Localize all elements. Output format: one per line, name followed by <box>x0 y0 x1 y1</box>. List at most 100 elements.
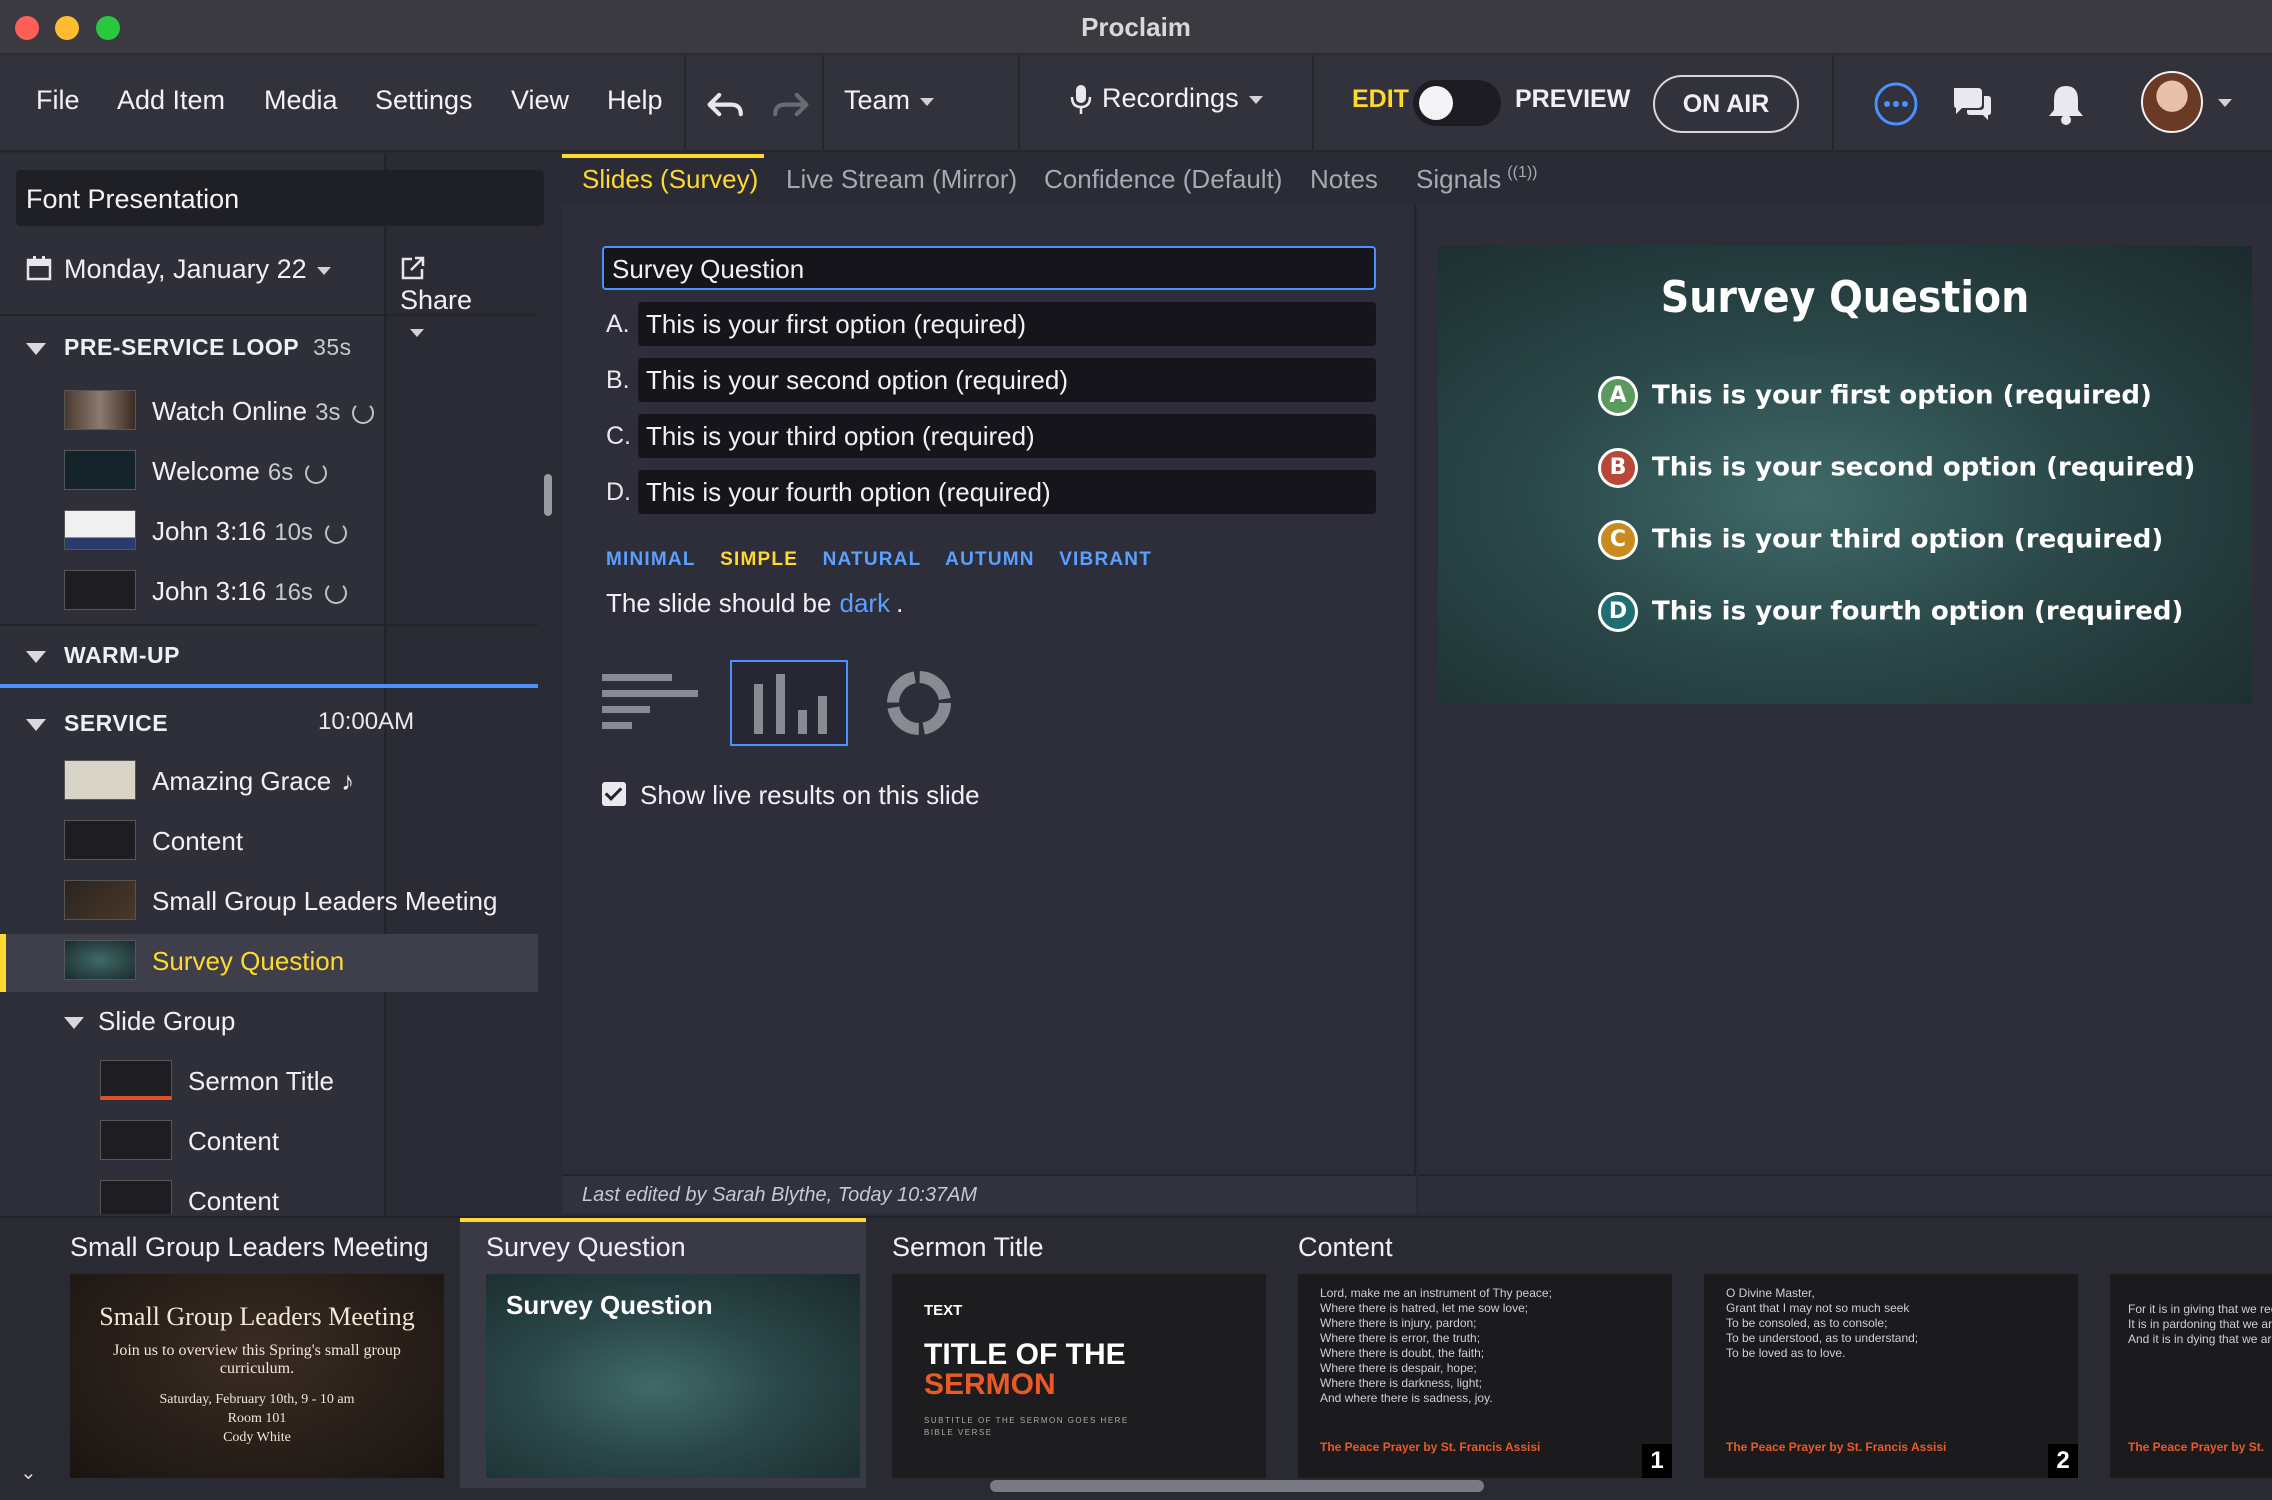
list-item[interactable]: Watch Online 3s <box>0 384 538 442</box>
option-d-input[interactable]: This is your fourth option (required) <box>638 470 1376 514</box>
theme-vibrant[interactable]: VIBRANT <box>1059 549 1152 570</box>
option-a-input[interactable]: This is your first option (required) <box>638 302 1376 346</box>
filmstrip-item[interactable]: Small Group Leaders Meeting Small Group … <box>44 1218 450 1488</box>
theme-minimal[interactable]: MINIMAL <box>606 549 696 570</box>
menu-media[interactable]: Media <box>264 85 338 116</box>
list-item[interactable]: John 3:16 16s <box>0 564 538 622</box>
list-item-selected[interactable]: Survey Question <box>0 934 538 992</box>
edit-preview-toggle[interactable] <box>1413 80 1501 126</box>
vertical-bar-chart-option[interactable] <box>730 660 848 746</box>
redo-icon[interactable] <box>768 83 816 131</box>
thumb-line: For it is in giving that we rec <box>2128 1302 2272 1316</box>
undo-icon[interactable] <box>700 83 748 131</box>
section-service[interactable]: SERVICE <box>26 710 168 737</box>
slide-thumbnail <box>64 510 136 550</box>
theme-autumn[interactable]: AUTUMN <box>945 549 1035 570</box>
slide-thumbnail <box>64 880 136 920</box>
thumb-title: Small Group Leaders Meeting <box>99 1302 415 1331</box>
on-air-button[interactable]: ON AIR <box>1653 75 1799 133</box>
menu-settings[interactable]: Settings <box>375 85 473 116</box>
slide-option: D This is your fourth option (required) <box>1598 592 2183 632</box>
list-item[interactable]: Welcome 6s <box>0 444 538 502</box>
theme-simple[interactable]: SIMPLE <box>720 549 798 570</box>
filmstrip-item[interactable]: For it is in giving that we rec It is in … <box>2084 1218 2272 1488</box>
tone-dark-link[interactable]: dark <box>839 588 890 618</box>
item-duration: 16s <box>274 579 313 606</box>
option-b-input[interactable]: This is your second option (required) <box>638 358 1376 402</box>
survey-question-input[interactable]: Survey Question <box>602 246 1376 290</box>
option-text: This is your third option (required) <box>1652 524 2164 555</box>
list-item[interactable]: Content <box>0 1174 538 1214</box>
menu-help[interactable]: Help <box>607 85 663 116</box>
filmstrip-item[interactable]: O Divine Master, Grant that I may not so … <box>1678 1218 2084 1488</box>
slide-thumbnail <box>100 1060 172 1100</box>
thumb-line: Where there is darkness, light; <box>1320 1376 1483 1390</box>
date-dropdown[interactable]: Monday, January 22 <box>26 254 331 285</box>
slide-tone-sentence: The slide should be dark. <box>606 588 903 619</box>
tab-slides-survey[interactable]: Slides (Survey) <box>582 164 758 195</box>
slide-thumbnail: Small Group Leaders Meeting Join us to o… <box>70 1274 444 1478</box>
slide-title: Survey Question <box>1660 272 2030 323</box>
section-warm-up[interactable]: WARM-UP <box>26 642 180 669</box>
option-letter: A. <box>606 310 630 338</box>
slide-thumbnail: For it is in giving that we rec It is in … <box>2110 1274 2272 1478</box>
share-label: Share <box>400 285 473 315</box>
tab-signals[interactable]: Signals ((1)) <box>1416 164 1538 195</box>
option-text: This is your second option (required) <box>1652 452 2196 483</box>
thumb-lines: For it is in giving that we rec It is in … <box>2128 1302 2272 1347</box>
list-item[interactable]: Amazing Grace ♪ <box>0 754 538 812</box>
sidebar-scrollbar[interactable] <box>544 474 552 516</box>
theme-natural[interactable]: NATURAL <box>823 549 922 570</box>
thumb-footer: The Peace Prayer by St. Francis Assisi <box>1320 1440 1541 1454</box>
thumb-line2: SERMON <box>924 1368 1056 1401</box>
show-results-checkbox[interactable] <box>602 782 626 806</box>
team-dropdown[interactable]: Team <box>844 85 935 116</box>
loop-icon <box>324 582 347 605</box>
donut-chart-option[interactable] <box>860 660 978 746</box>
bell-icon[interactable] <box>2042 80 2090 128</box>
thumb-lines: O Divine Master, Grant that I may not so … <box>1726 1286 1918 1361</box>
section-pre-service-loop[interactable]: PRE-SERVICE LOOP 35s <box>26 334 352 361</box>
thumb-line: Where there is despair, hope; <box>1320 1361 1477 1375</box>
recordings-dropdown[interactable]: Recordings <box>1068 83 1263 117</box>
list-item[interactable]: Small Group Leaders Meeting <box>0 874 538 932</box>
thumb-line: Where there is hatred, let me sow love; <box>1320 1301 1529 1315</box>
filmstrip-item-active[interactable]: Survey Question Survey Question <box>460 1218 866 1488</box>
thumb-line: O Divine Master, <box>1726 1286 1815 1300</box>
survey-editor: Survey Question A. This is your first op… <box>562 204 1416 1214</box>
chevron-down-icon <box>410 328 424 337</box>
option-text: This is your fourth option (required) <box>1652 596 2184 627</box>
list-item[interactable]: Sermon Title <box>0 1054 538 1112</box>
tab-confidence[interactable]: Confidence (Default) <box>1044 164 1282 195</box>
list-item[interactable]: John 3:16 10s <box>0 504 538 562</box>
menu-add-item[interactable]: Add Item <box>117 85 225 116</box>
list-item[interactable]: Content <box>0 814 538 872</box>
menu-file[interactable]: File <box>36 85 80 116</box>
option-c-input[interactable]: This is your third option (required) <box>638 414 1376 458</box>
filmstrip-label: Content <box>1298 1232 1393 1262</box>
chat-icon[interactable] <box>1948 80 1996 128</box>
user-avatar[interactable] <box>2141 71 2203 133</box>
item-label: Small Group Leaders Meeting <box>152 886 498 916</box>
thumb-line: And it is in dying that we are <box>2128 1332 2272 1346</box>
collapse-triangle-icon <box>26 342 46 355</box>
tab-live-stream[interactable]: Live Stream (Mirror) <box>786 164 1017 195</box>
preview-footer <box>1418 1174 2272 1214</box>
menu-view[interactable]: View <box>511 85 569 116</box>
more-options-icon[interactable] <box>1872 80 1920 128</box>
thumb-line: To be loved as to love. <box>1726 1346 1846 1360</box>
slide-group[interactable]: Slide Group <box>0 994 538 1052</box>
share-dropdown[interactable]: Share <box>400 254 472 347</box>
horizontal-bar-chart-option[interactable] <box>598 660 716 746</box>
filmstrip-item[interactable]: Content Lord, make me an instrument of T… <box>1272 1218 1678 1488</box>
slide-option: A This is your first option (required) <box>1598 376 2152 416</box>
collapse-filmstrip-icon[interactable]: ⌄ <box>20 1460 37 1485</box>
selection-indicator <box>0 934 6 992</box>
list-item[interactable]: Content <box>0 1114 538 1172</box>
filmstrip-label: Small Group Leaders Meeting <box>70 1232 429 1262</box>
tab-notes[interactable]: Notes <box>1310 164 1378 195</box>
filmstrip-item[interactable]: Sermon Title TEXT TITLE OF THE SERMON SU… <box>866 1218 1272 1488</box>
filmstrip-scrollbar[interactable] <box>990 1480 1484 1492</box>
slide-thumbnail <box>64 760 136 800</box>
chevron-down-icon[interactable] <box>2218 99 2232 107</box>
